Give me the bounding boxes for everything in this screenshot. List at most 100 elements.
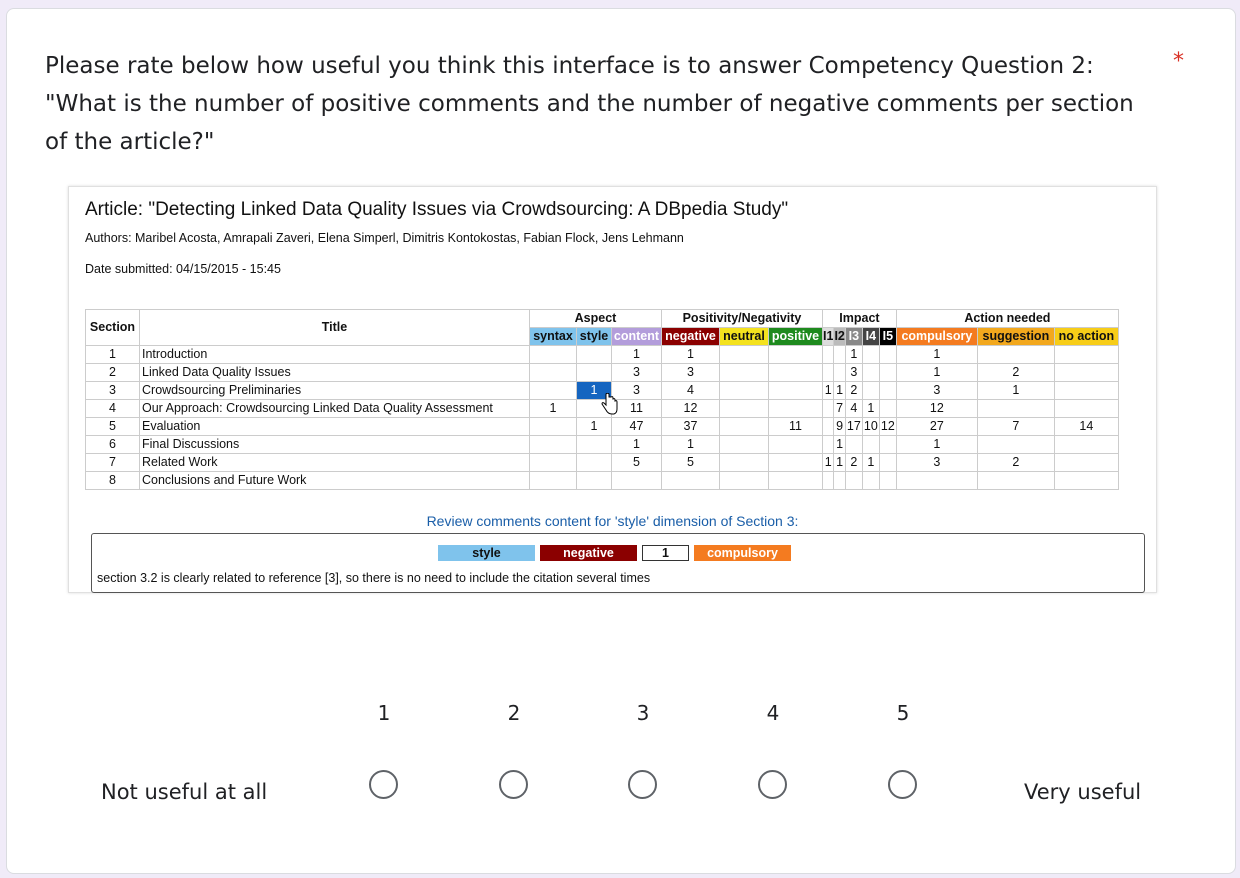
cell-style[interactable] [576,435,612,454]
cell-compulsory[interactable]: 12 [895,399,978,418]
cell-style[interactable] [576,363,612,382]
cell-neutral[interactable] [719,435,769,454]
cell-i1[interactable] [821,435,835,454]
cell-i3[interactable] [844,435,863,454]
radio-option-3[interactable] [628,770,657,799]
cell-i2[interactable] [833,363,846,382]
cell-neutral[interactable] [719,417,769,436]
cell-i4[interactable] [861,381,880,400]
cell-i4[interactable] [861,345,880,364]
cell-suggestion[interactable]: 2 [976,453,1055,472]
cell-suggestion[interactable] [976,399,1055,418]
subheader-positive[interactable]: positive [768,327,823,346]
cell-negative[interactable]: 3 [661,363,720,382]
cell-i3[interactable] [844,471,863,490]
cell-compulsory[interactable]: 1 [895,435,978,454]
cell-syntax[interactable] [529,453,577,472]
subheader-style[interactable]: style [576,327,612,346]
cell-i1[interactable]: 1 [821,381,835,400]
cell-positive[interactable] [768,381,823,400]
cell-noaction[interactable] [1053,363,1119,382]
cell-i5[interactable] [878,453,897,472]
cell-suggestion[interactable]: 1 [976,381,1055,400]
cell-negative[interactable]: 1 [661,345,720,364]
cell-noaction[interactable] [1053,399,1119,418]
cell-i5[interactable] [878,363,897,382]
cell-noaction[interactable] [1053,453,1119,472]
cell-suggestion[interactable]: 7 [976,417,1055,436]
cell-positive[interactable]: 11 [768,417,823,436]
cell-i2[interactable] [833,471,846,490]
cell-i2[interactable]: 1 [833,381,846,400]
cell-negative[interactable] [661,471,720,490]
cell-i2[interactable]: 9 [833,417,846,436]
review-comments-link[interactable]: Review comments content for 'style' dime… [69,513,1156,529]
cell-i4[interactable]: 1 [861,399,880,418]
subheader-no-action[interactable]: no action [1053,327,1119,346]
cell-negative[interactable]: 5 [661,453,720,472]
cell-i5[interactable] [878,471,897,490]
cell-negative[interactable]: 12 [661,399,720,418]
cell-i1[interactable] [821,471,835,490]
cell-syntax[interactable] [529,381,577,400]
cell-i4[interactable]: 1 [861,453,880,472]
radio-option-5[interactable] [888,770,917,799]
cell-style[interactable] [576,345,612,364]
subheader-neutral[interactable]: neutral [719,327,769,346]
cell-suggestion[interactable] [976,471,1055,490]
cell-noaction[interactable]: 14 [1053,417,1119,436]
cell-positive[interactable] [768,471,823,490]
cell-compulsory[interactable]: 3 [895,453,978,472]
cell-syntax[interactable] [529,471,577,490]
cell-i2[interactable]: 7 [833,399,846,418]
cell-compulsory[interactable]: 1 [895,363,978,382]
cell-content[interactable]: 5 [611,453,662,472]
cell-positive[interactable] [768,363,823,382]
cell-suggestion[interactable] [976,435,1055,454]
cell-i5[interactable] [878,435,897,454]
cell-i5[interactable] [878,381,897,400]
subheader-negative[interactable]: negative [661,327,720,346]
cell-i4[interactable] [861,435,880,454]
cell-i1[interactable] [821,399,835,418]
subheader-i2[interactable]: I2 [833,327,846,346]
cell-i2[interactable]: 1 [833,453,846,472]
cell-style[interactable] [576,471,612,490]
cell-i5[interactable]: 12 [878,417,897,436]
subheader-i1[interactable]: I1 [821,327,835,346]
cell-i4[interactable]: 10 [861,417,880,436]
cell-compulsory[interactable]: 3 [895,381,978,400]
subheader-i3[interactable]: I3 [844,327,863,346]
subheader-i4[interactable]: I4 [861,327,880,346]
cell-noaction[interactable] [1053,435,1119,454]
cell-syntax[interactable] [529,435,577,454]
cell-i4[interactable] [861,471,880,490]
cell-neutral[interactable] [719,399,769,418]
cell-suggestion[interactable] [976,345,1055,364]
cell-positive[interactable] [768,399,823,418]
cell-i3[interactable]: 2 [844,453,863,472]
cell-compulsory[interactable] [895,471,978,490]
radio-option-2[interactable] [499,770,528,799]
cell-neutral[interactable] [719,453,769,472]
cell-neutral[interactable] [719,363,769,382]
radio-option-4[interactable] [758,770,787,799]
cell-i3[interactable]: 1 [844,345,863,364]
cell-content[interactable]: 47 [611,417,662,436]
cell-positive[interactable] [768,435,823,454]
cell-i5[interactable] [878,345,897,364]
cell-i1[interactable] [821,363,835,382]
subheader-compulsory[interactable]: compulsory [895,327,978,346]
cell-i1[interactable] [821,417,835,436]
radio-option-1[interactable] [369,770,398,799]
cell-negative[interactable]: 4 [661,381,720,400]
cell-syntax[interactable]: 1 [529,399,577,418]
cell-content[interactable]: 11 [611,399,662,418]
cell-positive[interactable] [768,345,823,364]
subheader-content[interactable]: content [611,327,662,346]
cell-content[interactable]: 1 [611,435,662,454]
cell-neutral[interactable] [719,345,769,364]
cell-neutral[interactable] [719,381,769,400]
cell-suggestion[interactable]: 2 [976,363,1055,382]
cell-content[interactable]: 3 [611,363,662,382]
